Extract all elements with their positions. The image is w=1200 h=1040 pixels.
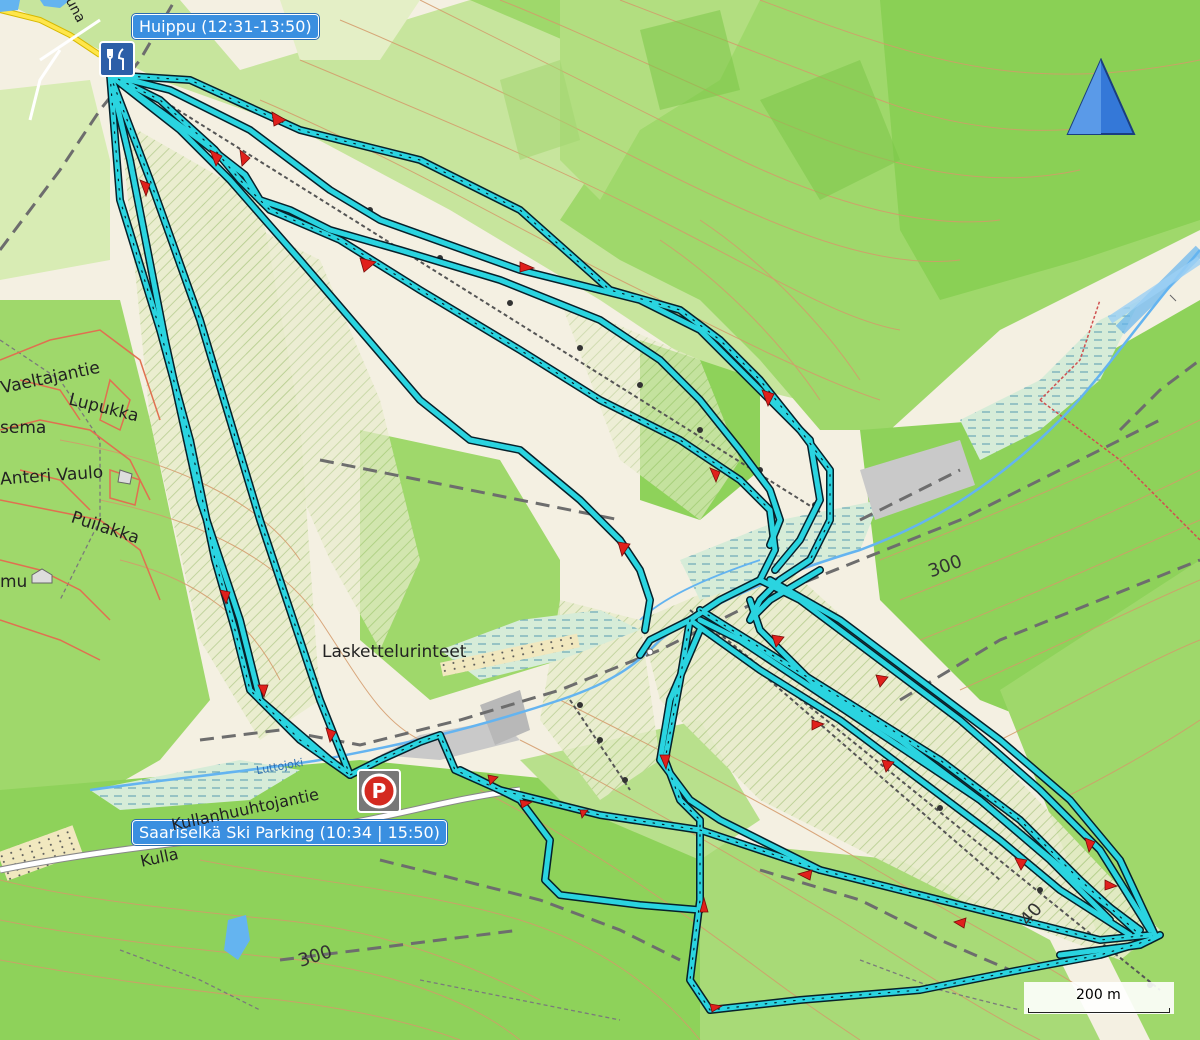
place-label-laskettelurinteet: Laskettelurinteet: [322, 642, 467, 662]
svg-text:P: P: [372, 779, 387, 803]
scale-bar: 200 m: [1024, 982, 1174, 1014]
place-label-mu: mu: [0, 572, 28, 592]
waypoint-summit-label[interactable]: Huippu (12:31-13:50): [132, 14, 319, 39]
map-view[interactable]: Huippu (12:31-13:50) P Saariselkä Ski Pa…: [0, 0, 1200, 1040]
map-canvas[interactable]: [0, 0, 1200, 1040]
place-label-sema: sema: [0, 418, 47, 438]
scale-bar-line: [1028, 1008, 1170, 1013]
scale-bar-label: 200 m: [1076, 987, 1121, 1003]
